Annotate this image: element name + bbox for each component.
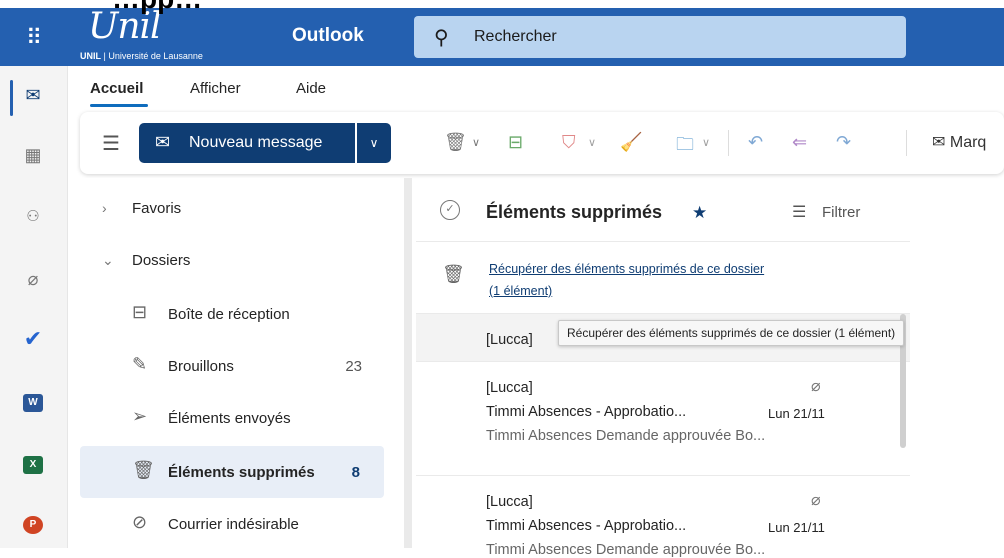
dossiers-label: Dossiers	[132, 252, 191, 269]
trash-icon: 🗑	[132, 460, 155, 480]
recover-deleted-banner: 🗑 Récupérer des éléments supprimés de ce…	[416, 242, 910, 314]
hamburger-menu-icon[interactable]: ☰	[102, 131, 120, 156]
archive-icon[interactable]: ⊟	[508, 132, 523, 153]
search-icon: ⚲	[434, 27, 449, 49]
junk-icon: ⊘	[132, 512, 148, 532]
people-icon[interactable]: ⚇	[18, 202, 48, 232]
attachment-icon: ⌀	[811, 378, 821, 395]
reply-all-icon[interactable]: ⇐	[792, 132, 807, 153]
app-rail: ✉ ▦ ⚇ ⌀ ✔ W X P	[0, 66, 68, 548]
message-list: ✓ Éléments supprimés ★ ☰ Filtrer 🗑 Récup…	[416, 182, 910, 558]
message-preview: Timmi Absences Demande approuvée Bo...	[486, 542, 766, 558]
folder-drafts[interactable]: ✎ Brouillons 23	[80, 340, 384, 392]
recover-deleted-link[interactable]: Récupérer des éléments supprimés de ce d…	[489, 258, 869, 302]
select-all-checkbox[interactable]: ✓	[440, 200, 460, 220]
unil-logo[interactable]: Unil UNIL | Université de Lausanne	[80, 6, 260, 66]
message-subject: Timmi Absences - Approbatio...	[486, 404, 687, 420]
tab-accueil[interactable]: Accueil	[90, 80, 143, 97]
mail-icon[interactable]: ✉	[18, 80, 48, 110]
toolbar-separator	[728, 130, 729, 156]
report-dropdown-icon[interactable]: ∨	[588, 136, 596, 149]
folder-pane: › Favoris ⌄ Dossiers ⊟ Boîte de réception …	[80, 178, 400, 548]
folder-title: Éléments supprimés	[486, 202, 663, 222]
message-sender: [Lucca]	[486, 332, 533, 348]
drafts-icon: ✎	[132, 354, 148, 374]
excel-icon[interactable]: X	[18, 446, 48, 476]
tab-aide[interactable]: Aide	[296, 80, 326, 97]
inbox-icon: ⊟	[132, 302, 148, 322]
report-icon[interactable]: ⛉	[562, 132, 576, 153]
reply-icon[interactable]: ↶	[748, 132, 763, 153]
chevron-right-icon: ›	[102, 200, 107, 216]
new-message-dropdown-button[interactable]: ∨	[357, 123, 391, 163]
folder-label: Brouillons	[168, 358, 234, 375]
move-to-folder-icon[interactable]: 🗀	[676, 132, 694, 162]
filter-icon[interactable]: ☰	[792, 202, 806, 222]
filter-button[interactable]: Filtrer	[822, 204, 860, 221]
delete-icon[interactable]: 🗑	[444, 132, 467, 153]
message-preview: Timmi Absences Demande approuvée Bo...	[486, 428, 766, 444]
folder-sent[interactable]: ➢ Éléments envoyés	[80, 392, 384, 444]
folder-label: Éléments envoyés	[168, 410, 291, 427]
envelope-icon: ✉	[155, 132, 171, 152]
sent-icon: ➢	[132, 406, 148, 426]
logo-subtitle: UNIL | Université de Lausanne	[80, 51, 203, 61]
attachment-icon: ⌀	[811, 492, 821, 509]
message-list-header: ✓ Éléments supprimés ★ ☰ Filtrer	[416, 182, 910, 242]
message-sender: [Lucca]	[486, 494, 533, 510]
ribbon-toolbar: ☰ ✉ Nouveau message ∨ 🗑 ∨ ⊟ ⛉ ∨ 🧹 🗀 ∨ ↶ …	[80, 112, 1004, 174]
sweep-icon[interactable]: 🧹	[620, 132, 642, 153]
mark-label: Marq	[949, 134, 987, 151]
delete-dropdown-icon[interactable]: ∨	[472, 136, 480, 149]
favorites-label: Favoris	[132, 200, 182, 217]
recover-tooltip: Récupérer des éléments supprimés de ce d…	[558, 320, 905, 346]
toolbar-separator	[906, 130, 907, 156]
folder-label: Boîte de réception	[168, 306, 290, 323]
word-icon[interactable]: W	[18, 384, 48, 414]
folder-label: Courrier indésirable	[168, 516, 299, 533]
chevron-down-icon: ⌄	[102, 252, 114, 268]
message-row[interactable]: [Lucca] ⌀ Timmi Absences - Approbatio...…	[416, 362, 910, 476]
message-subject: Timmi Absences - Approbatio...	[486, 518, 687, 534]
search-placeholder: Rechercher	[474, 28, 557, 45]
mark-button[interactable]: ✉ Marq	[932, 132, 986, 152]
message-row[interactable]: [Lucca] ⌀ Timmi Absences - Approbatio...…	[416, 476, 910, 558]
calendar-icon[interactable]: ▦	[18, 140, 48, 170]
folder-count: 23	[345, 358, 362, 375]
message-sender: [Lucca]	[486, 380, 533, 396]
app-launcher-icon[interactable]: ⠿	[22, 26, 46, 50]
todo-icon[interactable]: ✔	[18, 324, 48, 354]
folder-count: 8	[351, 464, 360, 481]
message-date: Lun 21/11	[768, 520, 825, 535]
new-message-button[interactable]: ✉ Nouveau message	[139, 123, 355, 163]
app-name[interactable]: Outlook	[292, 25, 364, 47]
top-bar: ⠿ Unil UNIL | Université de Lausanne Out…	[0, 6, 1004, 66]
cropped-heading-text: …pp…	[112, 0, 202, 15]
folder-junk[interactable]: ⊘ Courrier indésirable	[80, 498, 384, 550]
powerpoint-icon[interactable]: P	[18, 506, 48, 536]
recover-trash-icon: 🗑	[442, 264, 465, 284]
tab-afficher[interactable]: Afficher	[190, 80, 241, 97]
folder-deleted[interactable]: 🗑 Éléments supprimés 8	[80, 446, 384, 498]
favorites-group[interactable]: › Favoris	[102, 200, 181, 217]
dossiers-group[interactable]: ⌄ Dossiers	[102, 252, 190, 269]
folder-pane-scrollbar[interactable]	[404, 178, 412, 548]
active-tab-underline	[90, 104, 148, 107]
move-dropdown-icon[interactable]: ∨	[702, 136, 710, 149]
folder-label: Éléments supprimés	[168, 464, 315, 481]
message-date: Lun 21/11	[768, 406, 825, 421]
active-indicator	[10, 80, 13, 116]
favorite-star-icon[interactable]: ★	[692, 203, 707, 223]
new-message-label: Nouveau message	[189, 134, 323, 151]
forward-icon[interactable]: ↷	[836, 132, 851, 153]
attachment-icon[interactable]: ⌀	[18, 264, 48, 294]
open-envelope-icon: ✉	[932, 134, 946, 151]
folder-inbox[interactable]: ⊟ Boîte de réception	[80, 288, 384, 340]
search-input[interactable]: ⚲ Rechercher	[414, 16, 906, 58]
